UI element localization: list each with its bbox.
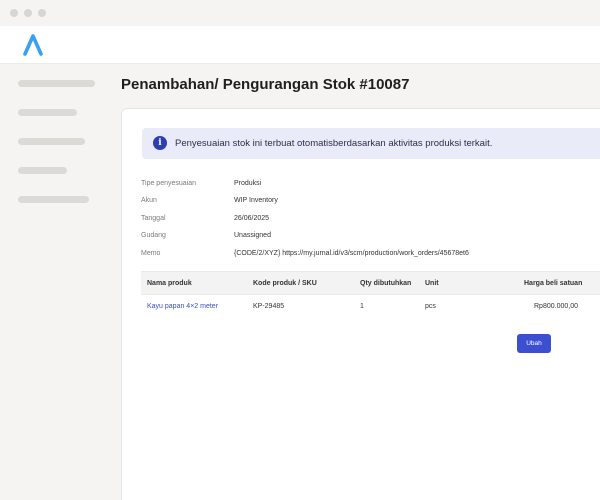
sidebar-item-placeholder[interactable] — [18, 138, 85, 145]
app-header — [0, 26, 600, 64]
window-close-dot[interactable] — [10, 9, 18, 17]
app-window: Penambahan/ Pengurangan Stok #10087 i Pe… — [0, 0, 600, 500]
sidebar-item-placeholder[interactable] — [18, 109, 77, 116]
sidebar-item-placeholder[interactable] — [18, 167, 67, 174]
detail-value: WIP Inventory — [234, 197, 278, 204]
column-header-sku[interactable]: Kode produk / SKU — [253, 280, 317, 287]
detail-value: Produksi — [234, 180, 262, 187]
detail-value: {CODE/2/XYZ} https://my.jurnal.id/v3/scm… — [234, 250, 469, 257]
sidebar-item-placeholder[interactable] — [18, 80, 95, 87]
detail-row-date: Tanggal 26/06/2025 — [141, 215, 600, 229]
product-unit: pcs — [425, 303, 436, 310]
detail-label: Gudang — [141, 232, 166, 239]
edit-button[interactable]: Ubah — [517, 334, 551, 353]
info-icon: i — [153, 136, 167, 150]
detail-label: Tanggal — [141, 215, 166, 222]
column-header-product-name[interactable]: Nama produk — [147, 280, 192, 287]
sidebar-item-placeholder[interactable] — [18, 196, 89, 203]
product-sku: KP-29485 — [253, 303, 285, 310]
detail-label: Akun — [141, 197, 157, 204]
detail-label: Tipe penyesuaian — [141, 180, 197, 187]
info-banner-text: Penyesuaian stok ini terbuat otomatisber… — [175, 138, 493, 149]
detail-value: 26/06/2025 — [234, 215, 270, 222]
window-maximize-dot[interactable] — [38, 9, 46, 17]
column-header-qty[interactable]: Qty dibutuhkan — [360, 280, 411, 287]
stock-adjustment-card: i Penyesuaian stok ini terbuat otomatisb… — [121, 108, 600, 500]
product-unit-price: Rp800.000,00 — [534, 303, 578, 310]
title-bar — [0, 0, 600, 26]
detail-value: Unassigned — [234, 232, 271, 239]
page-title: Penambahan/ Pengurangan Stok #10087 — [121, 76, 410, 93]
detail-row-warehouse: Gudang Unassigned — [141, 232, 600, 246]
app-logo-icon[interactable] — [22, 33, 44, 57]
sidebar — [0, 64, 110, 500]
product-name-link[interactable]: Kayu papan 4×2 meter — [147, 303, 218, 310]
window-minimize-dot[interactable] — [24, 9, 32, 17]
detail-label: Memo — [141, 250, 161, 257]
product-qty: 1 — [360, 303, 364, 310]
table-row: Kayu papan 4×2 meter KP-29485 1 pcs Rp80… — [141, 295, 600, 319]
table-header: Nama produk Kode produk / SKU Qty dibutu… — [141, 271, 600, 295]
detail-row-adjustment-type: Tipe penyesuaian Produksi — [141, 180, 600, 194]
info-banner: i Penyesuaian stok ini terbuat otomatisb… — [142, 128, 600, 159]
detail-row-account: Akun WIP Inventory — [141, 197, 600, 211]
column-header-unit[interactable]: Unit — [425, 280, 439, 287]
detail-row-memo: Memo {CODE/2/XYZ} https://my.jurnal.id/v… — [141, 250, 600, 264]
column-header-unit-price[interactable]: Harga beli satuan — [524, 280, 582, 287]
